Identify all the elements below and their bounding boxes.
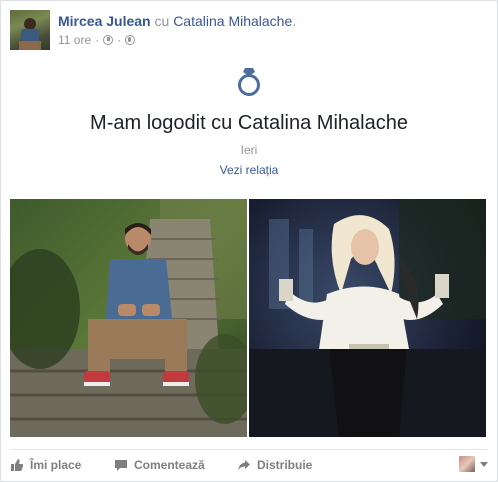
post-header: Mircea Julean cu Catalina Mihalache. 11 … — [10, 10, 488, 50]
tagged-name-link[interactable]: Catalina Mihalache — [173, 13, 292, 29]
post-time-link[interactable]: 11 ore — [58, 33, 91, 47]
photo-woman-night[interactable] — [249, 199, 486, 437]
comment-button[interactable]: Comentează — [114, 453, 205, 477]
event-title: M-am logodit cu Catalina Mihalache — [90, 112, 408, 134]
avatar-legs — [19, 41, 41, 50]
photo-woman-image — [249, 199, 486, 437]
post-title-line: Mircea Julean cu Catalina Mihalache. — [58, 12, 296, 30]
event-date: Ieri — [240, 143, 258, 157]
title-suffix: . — [292, 13, 297, 29]
actions-divider — [10, 449, 488, 450]
comment-icon — [115, 460, 127, 471]
photo-grid — [10, 199, 486, 437]
thumbs-up-icon — [11, 459, 24, 471]
share-label: Distribuie — [257, 458, 313, 472]
meta-separator: · — [117, 33, 122, 47]
globe-icon[interactable] — [125, 35, 136, 45]
like-label: Îmi place — [30, 458, 82, 472]
photo-man-image — [10, 199, 247, 437]
user-avatar — [459, 456, 475, 472]
share-button[interactable]: Distribuie — [237, 453, 312, 477]
author-name-link[interactable]: Mircea Julean — [58, 13, 151, 29]
view-relationship-link[interactable]: Vezi relația — [1, 162, 497, 178]
chevron-down-icon — [480, 461, 488, 467]
photo-man-on-steps[interactable] — [10, 199, 247, 437]
life-event: M-am logodit cu Catalina Mihalache Ieri … — [1, 67, 497, 178]
meta-separator: · — [95, 33, 100, 47]
post-meta: 11 ore · · — [58, 33, 136, 47]
comment-label: Comentează — [134, 458, 205, 472]
post-card: Mircea Julean cu Catalina Mihalache. 11 … — [0, 0, 498, 482]
author-avatar[interactable] — [10, 10, 50, 50]
ring-icon — [238, 68, 260, 96]
like-button[interactable]: Îmi place — [10, 453, 81, 477]
clock-icon — [103, 35, 114, 45]
share-icon — [238, 460, 250, 471]
post-actions: Îmi place Comentează Distribuie — [10, 453, 488, 477]
with-word: cu — [154, 13, 170, 29]
post-as-selector[interactable] — [459, 453, 488, 475]
